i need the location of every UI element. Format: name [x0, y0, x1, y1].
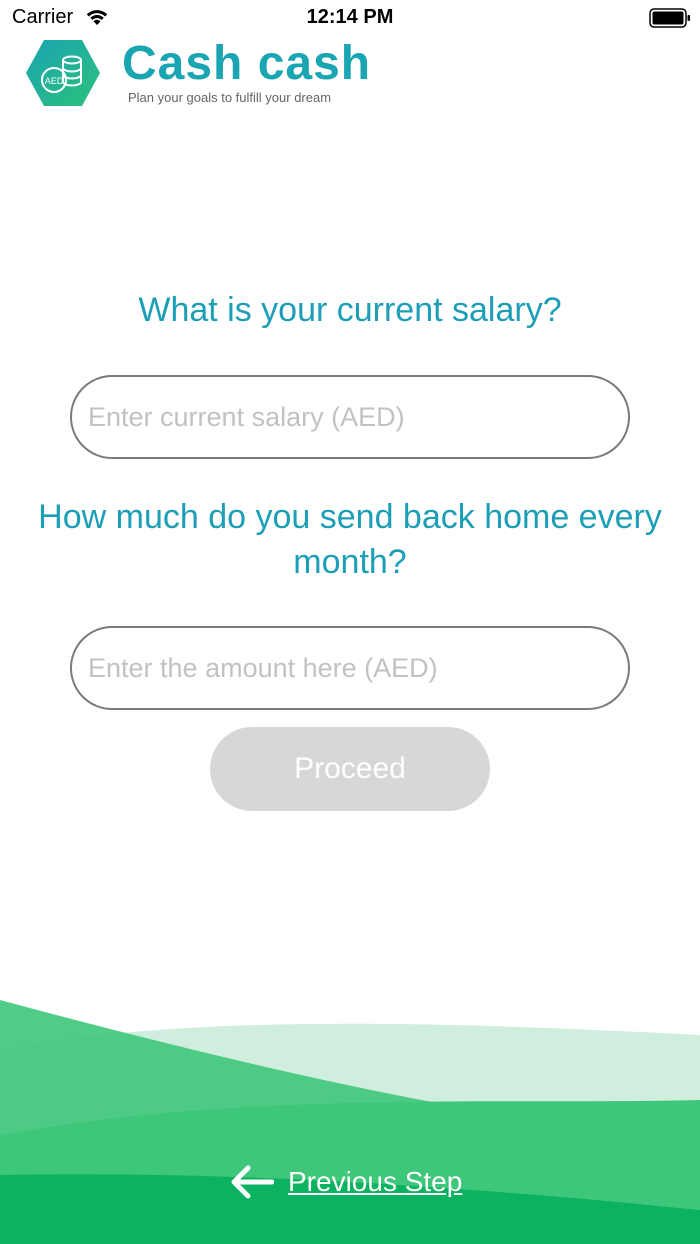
svg-text:AED: AED — [45, 76, 64, 86]
remittance-amount-input[interactable] — [70, 626, 630, 710]
brand-name: Cash cash — [122, 37, 372, 90]
previous-step-label: Previous Step — [288, 1166, 463, 1197]
battery-icon — [649, 8, 690, 28]
status-bar: Carrier 12:14 PM — [0, 0, 700, 36]
app-logo-icon: AED — [26, 40, 100, 106]
background-waves — [0, 1000, 700, 1244]
previous-step-link[interactable]: Previous Step — [230, 1160, 462, 1204]
clock: 12:14 PM — [306, 6, 394, 28]
brand-tagline: Plan your goals to fulfill your dream — [128, 90, 332, 105]
salary-input[interactable] — [70, 375, 630, 459]
screen: Carrier 12:14 PM AED Cash cash Plan your… — [0, 0, 700, 1244]
arrow-left-icon — [231, 1165, 274, 1199]
remittance-question: How much do you send back home every mon… — [38, 498, 662, 581]
salary-question: What is your current salary? — [138, 291, 562, 329]
proceed-button[interactable]: Proceed — [210, 727, 490, 811]
